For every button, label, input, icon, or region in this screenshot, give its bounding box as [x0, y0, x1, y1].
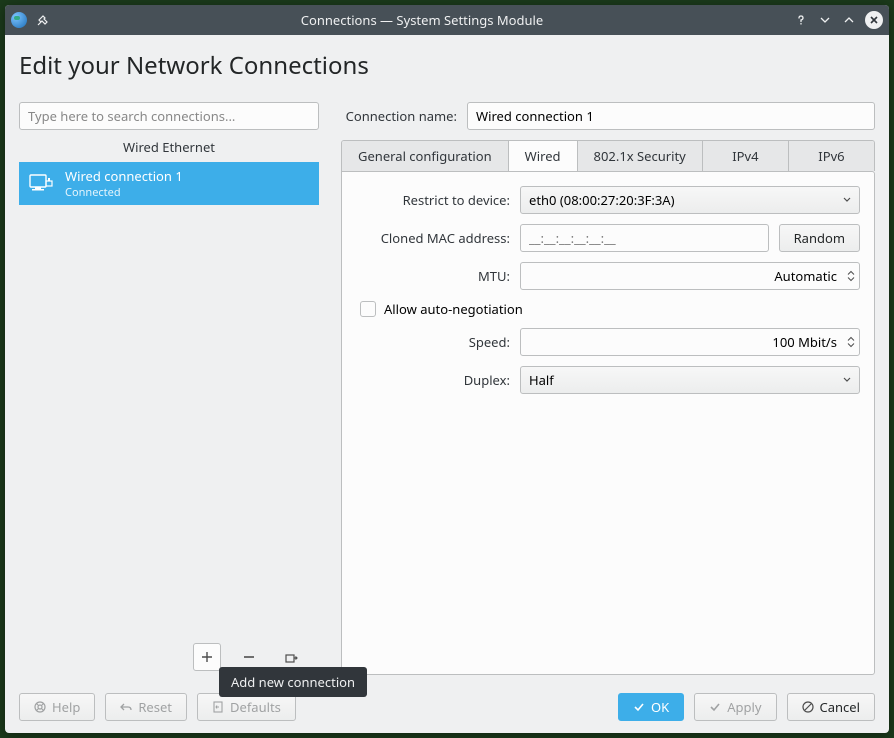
cancel-button[interactable]: Cancel: [787, 693, 875, 721]
speed-label: Speed:: [356, 333, 510, 351]
titlebar: Connections — System Settings Module: [5, 5, 889, 35]
mac-address-input[interactable]: [520, 224, 769, 252]
close-button[interactable]: [865, 11, 883, 29]
connection-list: Wired connection 1 Connected: [19, 162, 319, 635]
wired-network-icon: [27, 170, 55, 198]
editor-panel: Connection name: General configuration W…: [341, 102, 875, 675]
pin-icon[interactable]: [35, 12, 51, 28]
ok-button[interactable]: OK: [618, 693, 684, 721]
undo-icon: [120, 701, 132, 713]
connection-name-input[interactable]: [467, 102, 875, 130]
mtu-spinbox[interactable]: Automatic: [520, 262, 860, 290]
duplex-value: Half: [529, 371, 554, 389]
speed-value: 100 Mbit/s: [772, 333, 837, 351]
lifebuoy-icon: [34, 701, 46, 713]
document-revert-icon: [212, 701, 224, 713]
maximize-icon[interactable]: [841, 12, 857, 28]
tab-bar: General configuration Wired 802.1x Secur…: [341, 140, 875, 171]
mac-address-label: Cloned MAC address:: [356, 229, 510, 247]
auto-negotiation-checkbox[interactable]: [360, 301, 376, 317]
connections-panel: Wired Ethernet Wired connection 1 Connec…: [19, 102, 319, 675]
window-title: Connections — System Settings Module: [51, 11, 793, 29]
random-mac-button[interactable]: Random: [779, 224, 860, 252]
connection-name-label: Connection name:: [341, 107, 457, 125]
cancel-icon: [802, 701, 814, 713]
apply-button[interactable]: Apply: [694, 693, 776, 721]
duplex-label: Duplex:: [356, 371, 510, 389]
search-input[interactable]: [19, 102, 319, 130]
add-connection-button[interactable]: [193, 643, 221, 671]
duplex-combo[interactable]: Half: [520, 366, 860, 394]
content-area: Edit your Network Connections Wired Ethe…: [5, 35, 889, 733]
restrict-device-value: eth0 (08:00:27:20:3F:3A): [529, 191, 675, 209]
mtu-label: MTU:: [356, 267, 510, 285]
page-title: Edit your Network Connections: [19, 49, 875, 82]
help-icon[interactable]: [793, 12, 809, 28]
auto-negotiation-label: Allow auto-negotiation: [384, 300, 523, 318]
defaults-button[interactable]: Defaults: [197, 693, 296, 721]
help-button[interactable]: Help: [19, 693, 95, 721]
check-icon: [709, 701, 721, 713]
connection-item[interactable]: Wired connection 1 Connected: [19, 162, 319, 205]
app-icon: [11, 12, 27, 28]
tab-security[interactable]: 802.1x Security: [578, 141, 703, 171]
chevron-down-icon: [843, 376, 851, 384]
spinner-arrows-icon: [847, 337, 855, 348]
mtu-value: Automatic: [774, 267, 837, 285]
check-icon: [633, 701, 645, 713]
tab-general[interactable]: General configuration: [342, 141, 509, 171]
group-header: Wired Ethernet: [19, 130, 319, 162]
restrict-device-label: Restrict to device:: [356, 191, 510, 209]
tab-ipv6[interactable]: IPv6: [789, 141, 874, 171]
wired-tab-pane: Restrict to device: eth0 (08:00:27:20:3F…: [341, 171, 875, 675]
speed-spinbox[interactable]: 100 Mbit/s: [520, 328, 860, 356]
minimize-icon[interactable]: [817, 12, 833, 28]
spinner-arrows-icon: [847, 271, 855, 282]
settings-window: Connections — System Settings Module Edi…: [5, 5, 889, 733]
connection-name: Wired connection 1: [65, 167, 183, 185]
reset-button[interactable]: Reset: [105, 693, 187, 721]
connection-status: Connected: [65, 185, 183, 200]
restrict-device-combo[interactable]: eth0 (08:00:27:20:3F:3A): [520, 186, 860, 214]
tab-ipv4[interactable]: IPv4: [703, 141, 789, 171]
chevron-down-icon: [843, 196, 851, 204]
dialog-footer: Help Reset Defaults OK Apply Cancel: [19, 693, 875, 721]
tooltip-add-connection: Add new connection: [219, 667, 367, 697]
connection-toolbar: Add new connection: [19, 635, 319, 675]
tab-wired[interactable]: Wired: [509, 141, 578, 171]
